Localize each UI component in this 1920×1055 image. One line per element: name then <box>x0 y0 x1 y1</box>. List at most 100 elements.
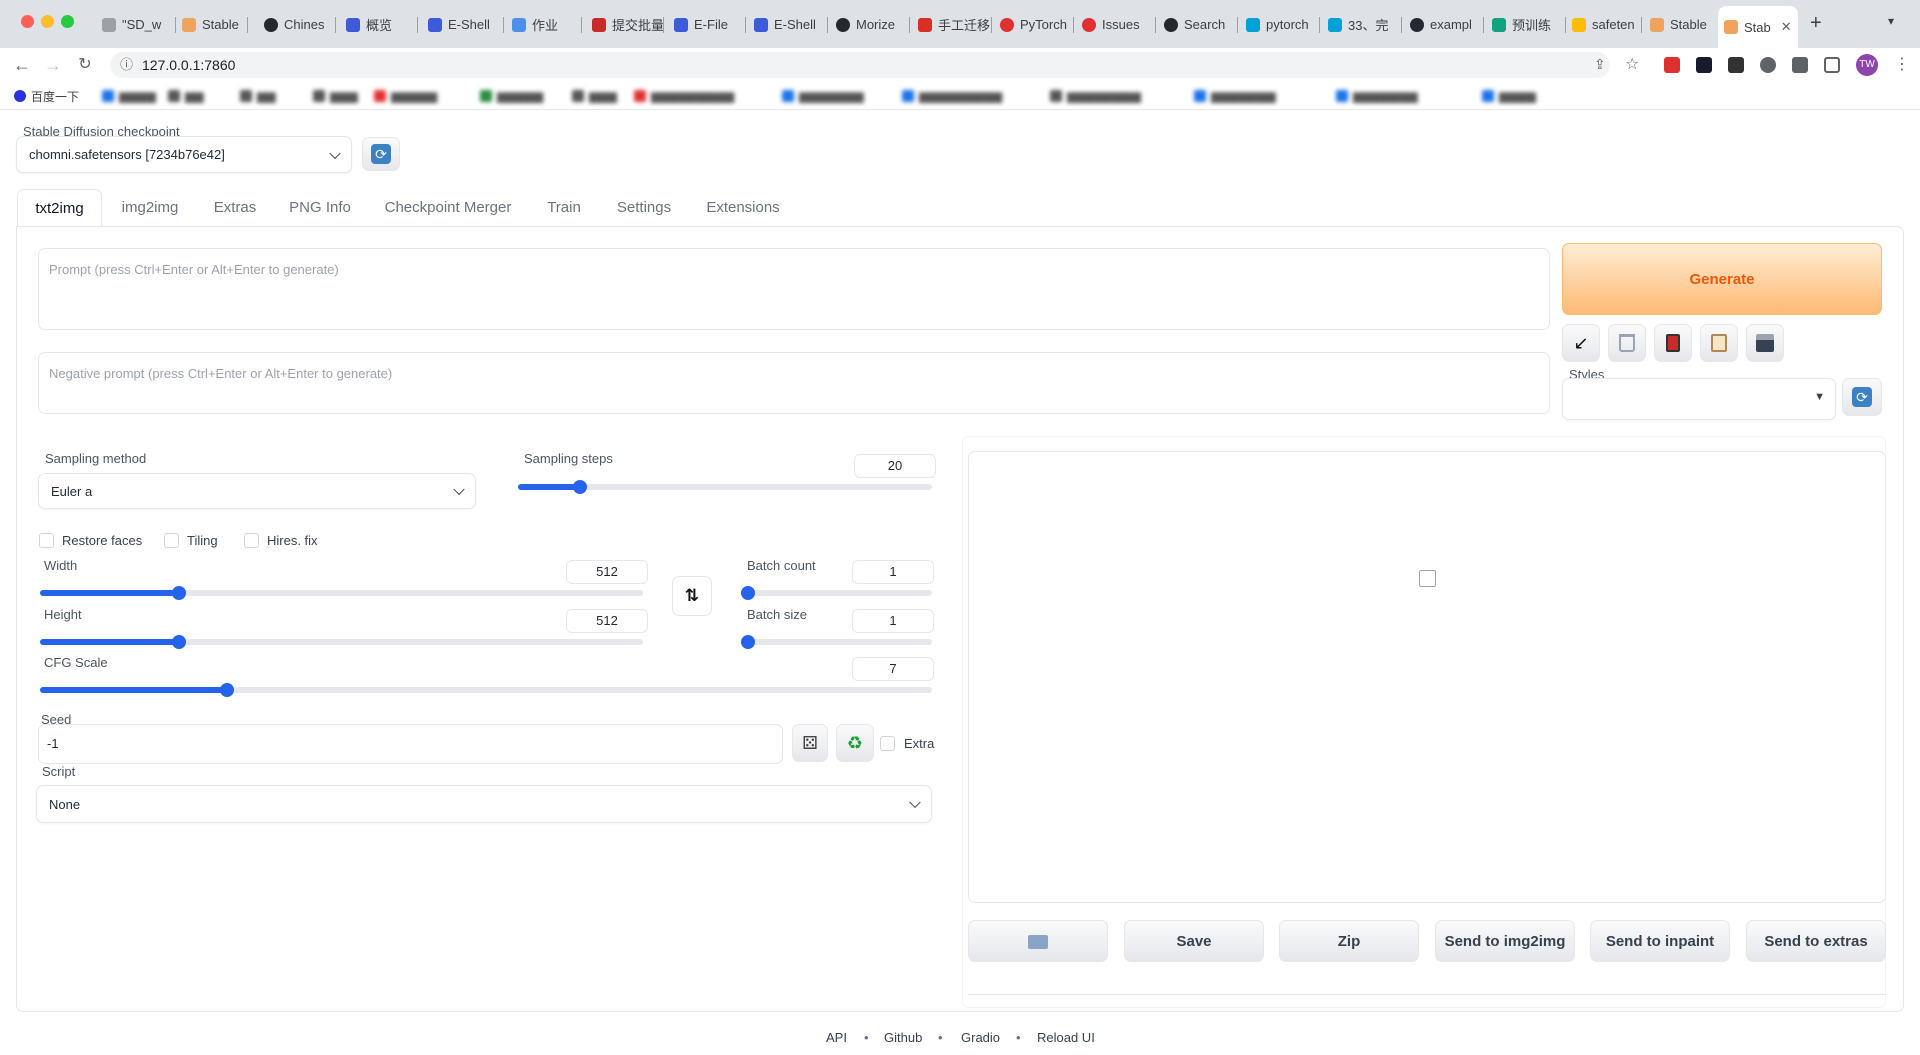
width-slider[interactable] <box>40 586 643 600</box>
profile-avatar[interactable]: TW <box>1856 54 1878 76</box>
browser-tab[interactable]: 33、完 <box>1322 9 1402 40</box>
slider-thumb[interactable] <box>741 586 755 600</box>
tab-txt2img[interactable]: txt2img <box>17 189 102 227</box>
browser-tab-active[interactable]: Stab ✕ <box>1718 6 1798 48</box>
save-style-button[interactable] <box>1746 324 1784 362</box>
bookmark-item[interactable]: ▆▆▆▆▆▆▆ <box>1336 88 1418 104</box>
back-icon[interactable]: ← <box>10 53 34 77</box>
close-tab-icon[interactable]: ✕ <box>1781 19 1792 35</box>
tab-train[interactable]: Train <box>538 189 590 227</box>
slider-thumb[interactable] <box>741 635 755 649</box>
bookmark-item[interactable]: ▆▆ <box>240 88 275 104</box>
batch-size-slider[interactable] <box>741 635 932 649</box>
read-params-button[interactable]: ↙ <box>1562 324 1600 362</box>
bookmark-item[interactable]: ▆▆ <box>168 88 203 104</box>
extension-icon[interactable] <box>1696 57 1712 73</box>
browser-tab[interactable]: 提交批量 <box>586 9 664 40</box>
save-button[interactable]: Save <box>1124 920 1264 962</box>
sampling-steps-input[interactable]: 20 <box>854 454 936 478</box>
minimize-window-button[interactable] <box>41 15 54 28</box>
styles-dropdown[interactable]: ▼ <box>1562 378 1836 420</box>
send-to-extras-button[interactable]: Send to extras <box>1746 920 1886 962</box>
browser-tab[interactable]: E-Shell <box>422 9 504 40</box>
restore-faces-checkbox[interactable] <box>39 533 54 548</box>
more-menu-icon[interactable]: ⋮ <box>1894 54 1910 74</box>
browser-tab[interactable]: Chines <box>258 9 336 40</box>
tab-checkpoint-merger[interactable]: Checkpoint Merger <box>372 189 524 227</box>
bookmark-star-icon[interactable]: ☆ <box>1625 54 1639 74</box>
batch-size-input[interactable]: 1 <box>852 609 934 633</box>
tab-img2img[interactable]: img2img <box>110 189 190 227</box>
generate-button[interactable]: Generate <box>1562 243 1882 315</box>
tab-extras[interactable]: Extras <box>202 189 268 227</box>
tab-search-chevron-icon[interactable]: ▾ <box>1888 14 1894 28</box>
reuse-seed-button[interactable]: ♻ <box>836 724 874 762</box>
sampling-steps-slider[interactable] <box>518 480 932 494</box>
slider-thumb[interactable] <box>573 480 588 494</box>
browser-tab[interactable]: Search <box>1158 9 1238 40</box>
random-seed-button[interactable]: ⚄ <box>792 724 828 762</box>
browser-tab[interactable]: Stable <box>1644 9 1716 40</box>
clear-prompt-button[interactable] <box>1608 324 1646 362</box>
footer-link-reload-ui[interactable]: Reload UI <box>1037 1030 1095 1045</box>
slider-thumb[interactable] <box>171 635 186 649</box>
tab-extensions[interactable]: Extensions <box>696 189 790 227</box>
checkpoint-dropdown[interactable]: chomni.safetensors [7234b76e42] <box>16 136 352 173</box>
prompt-input[interactable]: Prompt (press Ctrl+Enter or Alt+Enter to… <box>38 248 1550 330</box>
browser-tab[interactable]: Stable <box>176 9 248 40</box>
bookmark-item[interactable]: ▆▆▆▆▆▆▆ <box>782 88 864 104</box>
share-icon[interactable]: ⇪ <box>1594 56 1606 73</box>
width-input[interactable]: 512 <box>566 560 648 584</box>
batch-count-input[interactable]: 1 <box>852 560 934 584</box>
bookmark-item[interactable]: ▆▆▆▆▆▆▆▆ <box>1050 88 1141 104</box>
height-input[interactable]: 512 <box>566 609 648 633</box>
footer-link-gradio[interactable]: Gradio <box>961 1030 1000 1045</box>
browser-tab[interactable]: E-Shell <box>748 9 828 40</box>
tab-png-info[interactable]: PNG Info <box>282 189 358 227</box>
browser-tab[interactable]: 概览 <box>340 9 418 40</box>
zip-button[interactable]: Zip <box>1279 920 1419 962</box>
footer-link-github[interactable]: Github <box>884 1030 922 1045</box>
tab-settings[interactable]: Settings <box>606 189 682 227</box>
negative-prompt-input[interactable]: Negative prompt (press Ctrl+Enter or Alt… <box>38 352 1550 414</box>
batch-count-slider[interactable] <box>741 586 932 600</box>
zoom-window-button[interactable] <box>61 15 74 28</box>
bookmark-item[interactable]: ▆▆▆▆ <box>102 88 156 104</box>
bookmark-item[interactable]: ▆▆▆▆▆ <box>480 88 543 104</box>
browser-tab[interactable]: PyTorch <box>994 9 1074 40</box>
show-extra-networks-button[interactable] <box>1654 324 1692 362</box>
bookmark-item[interactable]: 百度一下 <box>14 88 79 104</box>
browser-tab[interactable]: pytorch <box>1240 9 1320 40</box>
tiling-checkbox[interactable] <box>164 533 179 548</box>
address-bar[interactable]: ⓘ 127.0.0.1:7860 <box>110 52 1610 78</box>
cfg-scale-slider[interactable] <box>40 683 932 697</box>
reload-icon[interactable]: ↻ <box>73 53 97 77</box>
browser-tab[interactable]: 预训练 <box>1486 9 1566 40</box>
browser-tab[interactable]: exampl <box>1404 9 1484 40</box>
puzzle-icon[interactable] <box>1760 57 1776 73</box>
swap-dimensions-button[interactable]: ⇅ <box>672 576 712 616</box>
side-panel-icon[interactable] <box>1824 57 1840 73</box>
open-folder-button[interactable] <box>968 920 1108 962</box>
refresh-styles-button[interactable]: ⟳ <box>1842 378 1882 416</box>
send-to-inpaint-button[interactable]: Send to inpaint <box>1590 920 1730 962</box>
bookmark-item[interactable]: ▆▆▆▆▆▆▆▆▆ <box>902 88 1002 104</box>
extension-icon[interactable] <box>1664 57 1680 73</box>
bookmark-item[interactable]: ▆▆▆ <box>572 88 617 104</box>
forward-icon[interactable]: → <box>41 53 65 77</box>
reading-list-icon[interactable] <box>1792 57 1808 73</box>
send-to-img2img-button[interactable]: Send to img2img <box>1435 920 1575 962</box>
browser-tab[interactable]: 手工迁移 <box>912 9 992 40</box>
bookmark-item[interactable]: ▆▆▆ <box>313 88 358 104</box>
bookmark-item[interactable]: ▆▆▆▆ <box>1482 88 1536 104</box>
browser-tab[interactable]: "SD_w <box>96 9 176 40</box>
bookmark-item[interactable]: ▆▆▆▆▆▆▆▆▆ <box>634 88 734 104</box>
apply-style-button[interactable] <box>1700 324 1738 362</box>
browser-tab[interactable]: Issues <box>1076 9 1156 40</box>
new-tab-button[interactable]: + <box>1810 12 1822 35</box>
browser-tab[interactable]: safeten <box>1566 9 1642 40</box>
hires-fix-checkbox[interactable] <box>244 533 259 548</box>
browser-tab[interactable]: E-File <box>668 9 746 40</box>
refresh-checkpoint-button[interactable]: ⟳ <box>362 137 400 171</box>
browser-tab[interactable]: 作业 <box>506 9 582 40</box>
